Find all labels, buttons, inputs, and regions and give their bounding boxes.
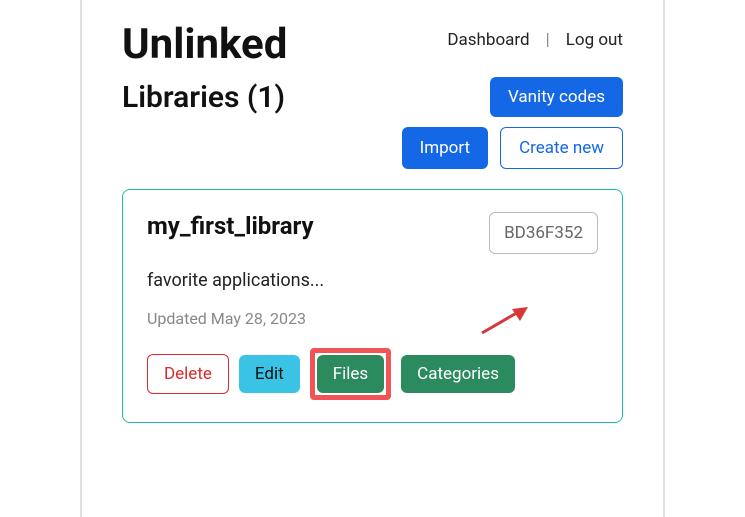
- library-code-badge[interactable]: BD36F352: [489, 212, 598, 254]
- files-highlight: Files: [310, 348, 391, 400]
- library-updated: Updated May 28, 2023: [147, 309, 598, 328]
- library-title: my_first_library: [147, 212, 314, 240]
- nav-links: Dashboard | Log out: [447, 30, 623, 50]
- logout-link[interactable]: Log out: [566, 30, 623, 50]
- brand-title: Unlinked: [122, 20, 287, 69]
- library-description: favorite applications...: [147, 270, 598, 291]
- create-new-button[interactable]: Create new: [500, 127, 623, 169]
- delete-button[interactable]: Delete: [147, 354, 229, 394]
- header-row: Unlinked Dashboard | Log out: [122, 20, 623, 69]
- card-actions: Delete Edit Files Categories: [147, 348, 598, 400]
- action-row: Import Create new: [122, 127, 623, 169]
- main-panel: Unlinked Dashboard | Log out Libraries (…: [80, 0, 665, 517]
- edit-button[interactable]: Edit: [239, 355, 300, 393]
- vanity-codes-button[interactable]: Vanity codes: [490, 77, 623, 117]
- files-button[interactable]: Files: [317, 355, 384, 393]
- import-button[interactable]: Import: [402, 127, 489, 169]
- dashboard-link[interactable]: Dashboard: [447, 30, 529, 50]
- library-card: my_first_library BD36F352 favorite appli…: [122, 189, 623, 423]
- page-subtitle: Libraries (1): [122, 80, 285, 115]
- nav-divider: |: [546, 30, 550, 50]
- subtitle-row: Libraries (1) Vanity codes: [122, 77, 623, 117]
- categories-button[interactable]: Categories: [401, 355, 515, 393]
- card-header-row: my_first_library BD36F352: [147, 212, 598, 254]
